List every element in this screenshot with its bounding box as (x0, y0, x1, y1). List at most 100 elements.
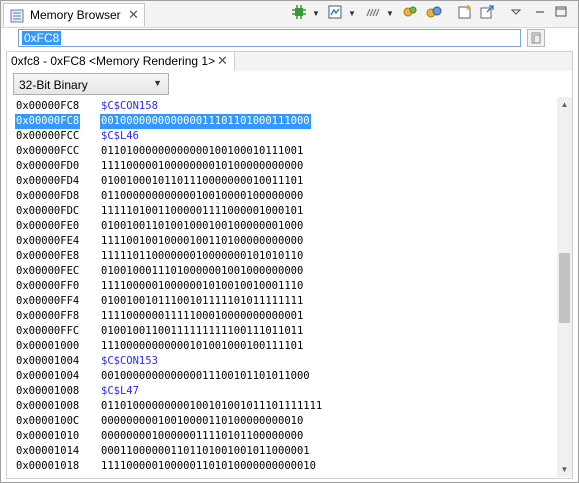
chevron-down-icon: ▼ (153, 78, 162, 88)
row-value[interactable]: 00100000000000001110010110101100​0 (100, 369, 311, 384)
row-value[interactable]: 00011000000110110100100101100000​1 (100, 444, 311, 459)
row-address: 0x00000FD0 (16, 160, 80, 172)
memory-row[interactable]: 0x00000FD0 111100000100000000101000000000… (15, 159, 555, 174)
memory-row[interactable]: 0x00000FDC 111110100110000011110000010001… (15, 204, 555, 219)
memory-row[interactable]: 0x00000FFC 010010011001111111111001110110… (15, 324, 555, 339)
row-value[interactable]: 11100000000000101001000100111101 (100, 339, 304, 354)
row-value[interactable]: 01001001100111111111100111011011 (100, 324, 304, 339)
row-address: 0x00000FF4 (16, 295, 80, 307)
add-watch-button[interactable] (527, 29, 545, 47)
row-address: 0x00001014 (16, 445, 80, 457)
address-input[interactable]: 0xFC8 (18, 29, 521, 47)
row-address: 0x00001010 (16, 430, 80, 442)
row-value[interactable]: 01001000111010000001001000000000 (100, 264, 304, 279)
memory-row[interactable]: 0x00001004 001000000000000011100101101011… (15, 369, 555, 384)
symbol-row[interactable]: 0x00000FCC $C$L46 (15, 129, 555, 144)
memory-row[interactable]: 0x00000FF8 111100000011111000100000000000… (15, 309, 555, 324)
row-address: 0x00000FE0 (16, 220, 80, 232)
chevron-down-icon[interactable]: ▼ (386, 9, 394, 18)
memory-row[interactable]: 0x00001000 111000000000001010010001001111… (15, 339, 555, 354)
minimize-icon[interactable] (534, 4, 552, 22)
row-value[interactable]: 00100000000000001110110100011100​0 (100, 114, 311, 129)
view-title-bar: Memory Browser ✕ ▼ ▼ ▼ (1, 1, 578, 28)
export-icon[interactable] (479, 4, 497, 22)
connect-icon[interactable] (364, 4, 382, 22)
row-value[interactable]: 11111011000000010000000101010110 (100, 249, 304, 264)
scroll-up-icon[interactable]: ▲ (557, 97, 572, 112)
row-value[interactable]: 01101000000000100101001011101111111 (100, 399, 323, 414)
memory-row[interactable]: 0x00000FE0 010010011010010001001000000010… (15, 219, 555, 234)
row-value[interactable]: 11110000001111100010000000000001 (100, 309, 304, 324)
row-symbol[interactable]: $C$L46 (100, 129, 140, 144)
symbol-row[interactable]: 0x00001008 $C$L47 (15, 384, 555, 399)
row-value[interactable]: 01001001011100101111101011111111 (100, 294, 304, 309)
row-symbol[interactable]: $C$CON153 (100, 354, 159, 369)
row-address: 0x00001000 (16, 340, 80, 352)
chevron-down-icon[interactable]: ▼ (348, 9, 356, 18)
memory-row[interactable]: 0x00000FE4 111100100100001001101000000000… (15, 234, 555, 249)
row-address: 0x00000FC8 (16, 100, 80, 112)
memory-row[interactable]: 0x00000FF0 111100000100000010100100100011… (15, 279, 555, 294)
link-icon[interactable] (425, 4, 443, 22)
memory-row[interactable]: 0x00000FEC 010010001110100000010010000000… (15, 264, 555, 279)
chevron-down-icon[interactable]: ▼ (312, 9, 320, 18)
row-value[interactable]: 00000000100000011110101100000000 (100, 429, 304, 444)
scroll-down-icon[interactable]: ▼ (557, 462, 572, 477)
row-value[interactable]: 11110010010000100110100000000000 (100, 234, 304, 249)
row-address: 0x00000FE8 (16, 250, 80, 262)
row-value[interactable]: 01100000000000010010000100000000 (100, 189, 304, 204)
new-tab-icon[interactable] (457, 4, 475, 22)
row-value[interactable]: 11110000010000001010010010001110 (100, 279, 304, 294)
tab-label: Memory Browser (30, 8, 121, 22)
row-symbol[interactable]: $C$CON158 (100, 99, 159, 114)
row-address: 0x00000FF0 (16, 280, 80, 292)
row-value[interactable]: 01001000101101110000000010011101 (100, 174, 304, 189)
memory-row[interactable]: 0x00001014 000110000001101101001001011000… (15, 444, 555, 459)
row-value[interactable]: 01001001101001000100100000001000 (100, 219, 304, 234)
close-icon[interactable]: ✕ (128, 7, 139, 23)
toggle-address-icon[interactable] (402, 4, 420, 22)
chip-icon[interactable] (291, 4, 309, 22)
row-value[interactable]: 01101000000000000100100010111001 (100, 144, 304, 159)
row-address: 0x00000FD8 (16, 190, 80, 202)
view-menu-icon[interactable] (510, 4, 528, 22)
vertical-scrollbar[interactable]: ▲ ▼ (557, 97, 572, 477)
memory-row[interactable]: 0x00000FE8 111110110000000100000001010101… (15, 249, 555, 264)
row-address: 0x00000FF8 (16, 310, 80, 322)
memory-row[interactable]: 0x00000FCC 011010000000000001001000101110… (15, 144, 555, 159)
row-value[interactable]: 11111010011000001111000001000101 (100, 204, 304, 219)
rendering-tab-bar: 0xfc8 - 0xFC8 <Memory Rendering 1> ✕ (6, 51, 573, 71)
row-address: 0x00000FDC (16, 205, 80, 217)
maximize-icon[interactable] (554, 4, 572, 22)
tab-memory-rendering[interactable]: 0xfc8 - 0xFC8 <Memory Rendering 1> ✕ (7, 52, 235, 71)
row-value[interactable]: 00000000010010000110100000000010 (100, 414, 304, 429)
memory-row[interactable]: 0x00000FF4 010010010111001011111010111111… (15, 294, 555, 309)
close-icon[interactable]: ✕ (217, 53, 228, 69)
format-select-value: 32-Bit Binary (19, 78, 88, 92)
row-address: 0x00000FCC (16, 145, 80, 157)
row-address: 0x00001018 (16, 460, 80, 472)
memory-row[interactable]: 0x00001010 000000001000000111101011000000… (15, 429, 555, 444)
memory-table: 0x00000FC8 $C$CON158 0x00000FC8 00100000000… (15, 99, 555, 474)
symbol-row[interactable]: 0x00001004 $C$CON153 (15, 354, 555, 369)
memory-browser-view: Memory Browser ✕ ▼ ▼ ▼ 0xFC8 0xfc8 - 0xF… (0, 0, 579, 483)
tab-memory-browser[interactable]: Memory Browser ✕ (3, 3, 145, 26)
format-select[interactable]: 32-Bit Binary ▼ (13, 73, 169, 95)
row-value[interactable]: 11110000010000011010100000000000​10 (100, 459, 317, 474)
symbol-row[interactable]: 0x00000FC8 $C$CON158 (15, 99, 555, 114)
new-rendering-icon[interactable] (327, 4, 345, 22)
row-value[interactable]: 11110000010000000010100000000000 (100, 159, 304, 174)
row-address: 0x0000100C (16, 415, 80, 427)
row-address: 0x00001004 (16, 370, 80, 382)
row-symbol[interactable]: $C$L47 (100, 384, 140, 399)
memory-browser-icon (10, 9, 24, 26)
rendering-content: 32-Bit Binary ▼ 0x00000FC8 $C$CON158 0x000… (6, 71, 573, 479)
memory-row[interactable]: 0x00000FD4 010010001011011100000000100111… (15, 174, 555, 189)
row-address: 0x00000FE4 (16, 235, 80, 247)
memory-row[interactable]: 0x0000100C 000000000100100001101000000000… (15, 414, 555, 429)
scrollbar-thumb[interactable] (559, 253, 570, 323)
memory-row[interactable]: 0x00000FD8 011000000000000100100001000000… (15, 189, 555, 204)
memory-row[interactable]: 0x00001018 111100000100000110101000000000… (15, 459, 555, 474)
memory-row[interactable]: 0x00001008 011010000000001001010010111011… (15, 399, 555, 414)
memory-row[interactable]: 0x00000FC8 001000000000000011101101000111… (15, 114, 555, 129)
